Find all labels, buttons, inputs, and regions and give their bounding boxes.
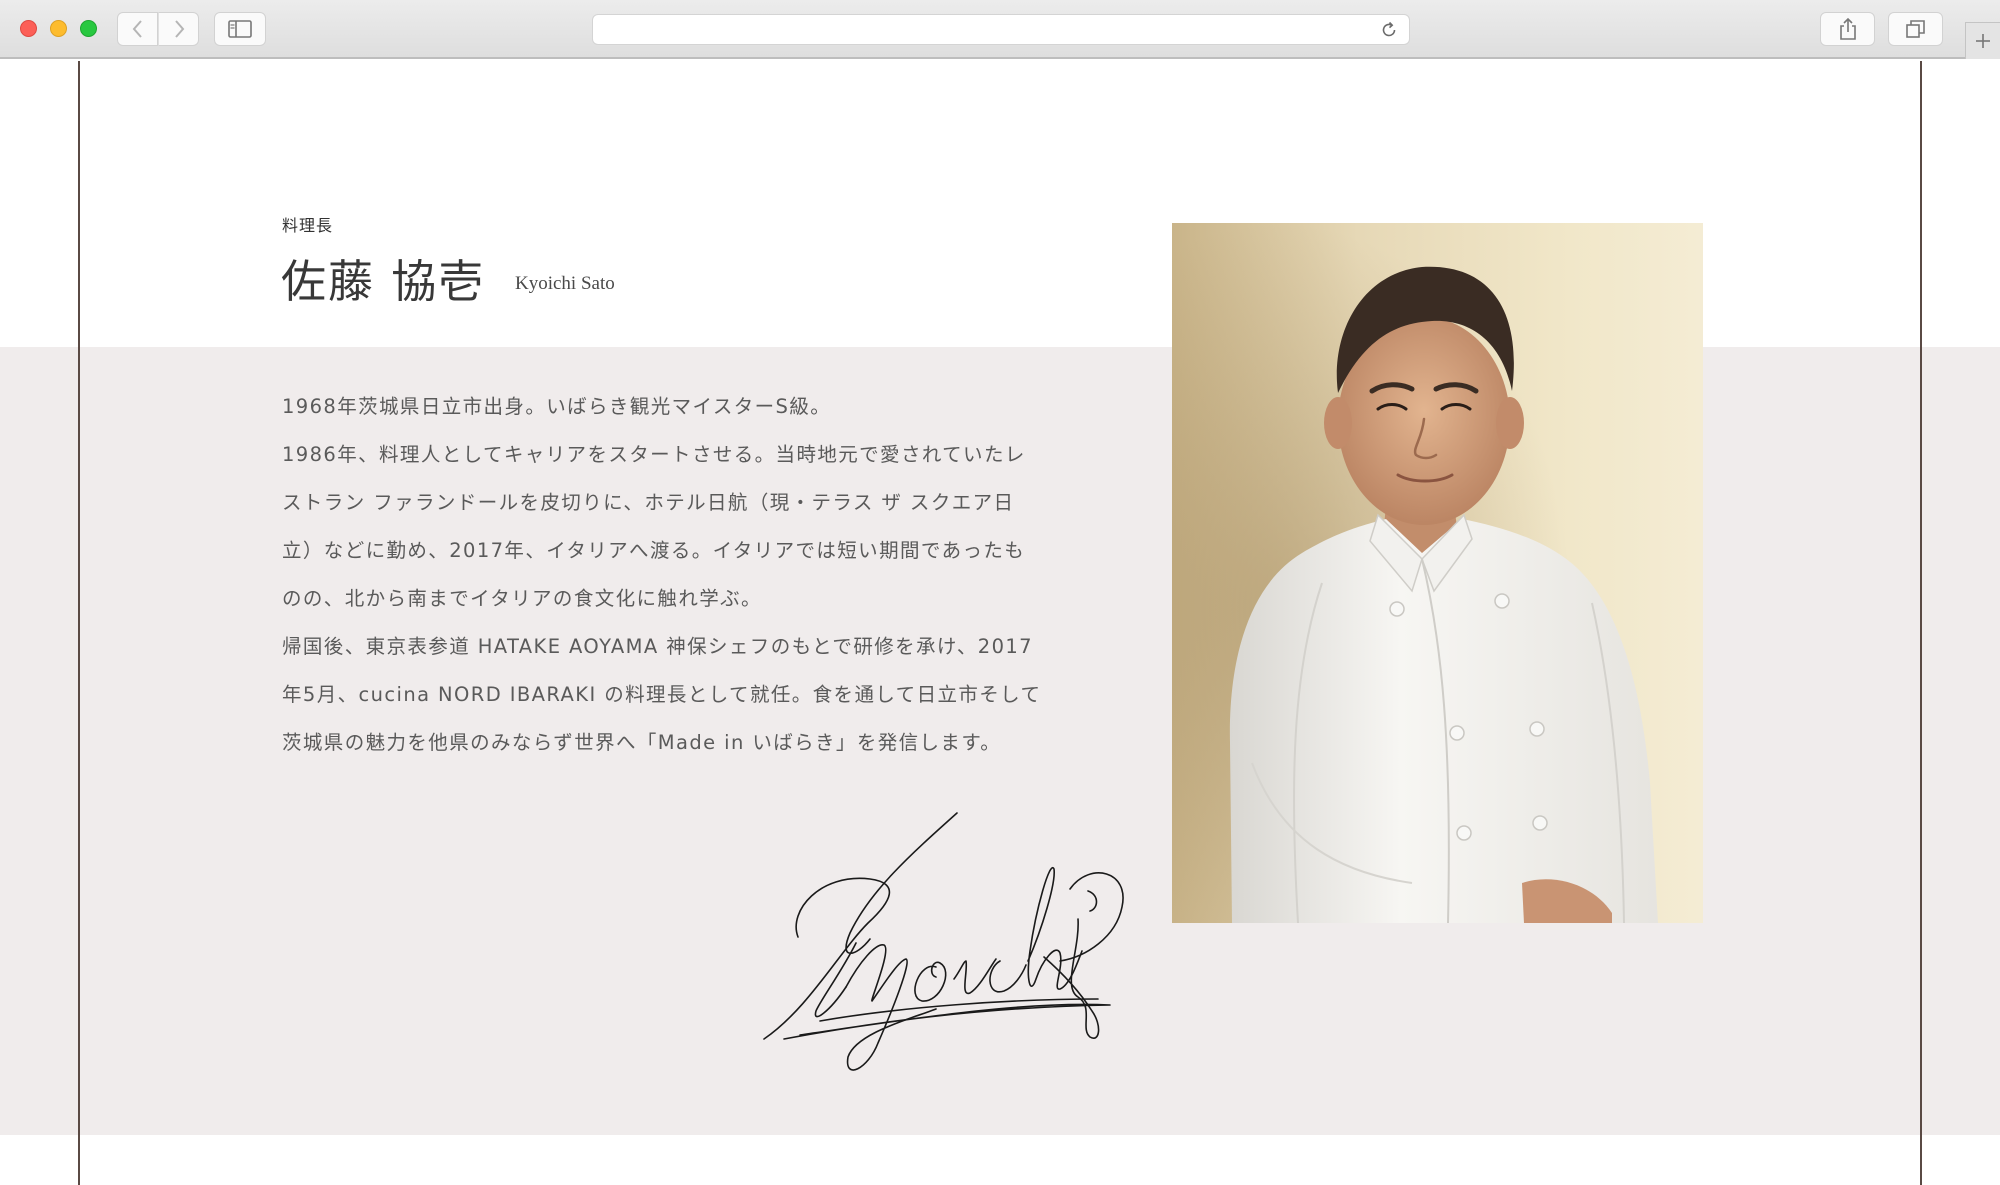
share-button[interactable]	[1820, 12, 1875, 46]
chef-role: 料理長	[282, 216, 334, 235]
sidebar-toggle-button[interactable]	[214, 12, 266, 46]
plus-icon	[1976, 34, 1990, 48]
bio-line: のの、北から南までイタリアの食文化に触れ学ぶ。	[282, 587, 762, 610]
forward-button[interactable]	[158, 12, 199, 46]
chevron-right-icon	[174, 20, 184, 38]
address-bar[interactable]	[592, 14, 1410, 45]
new-tab-button[interactable]	[1965, 22, 2000, 59]
bio-line: 茨城県の魅力を他県のみならず世界へ「Made in いばらき」を発信します。	[282, 731, 1002, 754]
tabs-overview-icon	[1905, 20, 1925, 38]
chef-portrait	[1172, 223, 1703, 923]
chevron-left-icon	[132, 20, 142, 38]
frame-line-left	[78, 61, 80, 1185]
share-icon	[1839, 17, 1856, 40]
reload-icon[interactable]	[1379, 20, 1399, 40]
chef-signature	[763, 812, 1124, 1071]
chef-biography: 1968年茨城県日立市出身。いばらき観光マイスターS級。 1986年、料理人とし…	[282, 383, 1062, 767]
back-button[interactable]	[117, 12, 158, 46]
bio-line: 年5月、cucina NORD IBARAKI の料理長として就任。食を通して日…	[282, 683, 1042, 706]
minimize-window-button[interactable]	[50, 20, 67, 37]
chef-name-japanese: 佐藤 協壱	[281, 255, 486, 308]
sidebar-icon	[228, 20, 252, 38]
tabs-overview-button[interactable]	[1888, 12, 1943, 46]
chef-name-english: Kyoichi Sato	[515, 273, 615, 294]
bio-line: ストラン ファランドールを皮切りに、ホテル日航（現・テラス ザ スクエア日	[282, 491, 1015, 514]
bio-line: 1968年茨城県日立市出身。いばらき観光マイスターS級。	[282, 395, 832, 418]
bio-line: 1986年、料理人としてキャリアをスタートさせる。当時地元で愛されていたレ	[282, 443, 1026, 466]
bio-line: 帰国後、東京表参道 HATAKE AOYAMA 神保シェフのもとで研修を承け、2…	[282, 635, 1033, 658]
bio-line: 立）などに勤め、2017年、イタリアへ渡る。イタリアでは短い期間であったも	[282, 539, 1026, 562]
zoom-window-button[interactable]	[80, 20, 97, 37]
frame-line-right	[1920, 61, 1922, 1185]
close-window-button[interactable]	[20, 20, 37, 37]
browser-toolbar	[0, 0, 2000, 59]
chef-profile-section: 料理長 佐藤 協壱 Kyoichi Sato 1968年茨城県日立市出身。いばら…	[0, 61, 2000, 1185]
